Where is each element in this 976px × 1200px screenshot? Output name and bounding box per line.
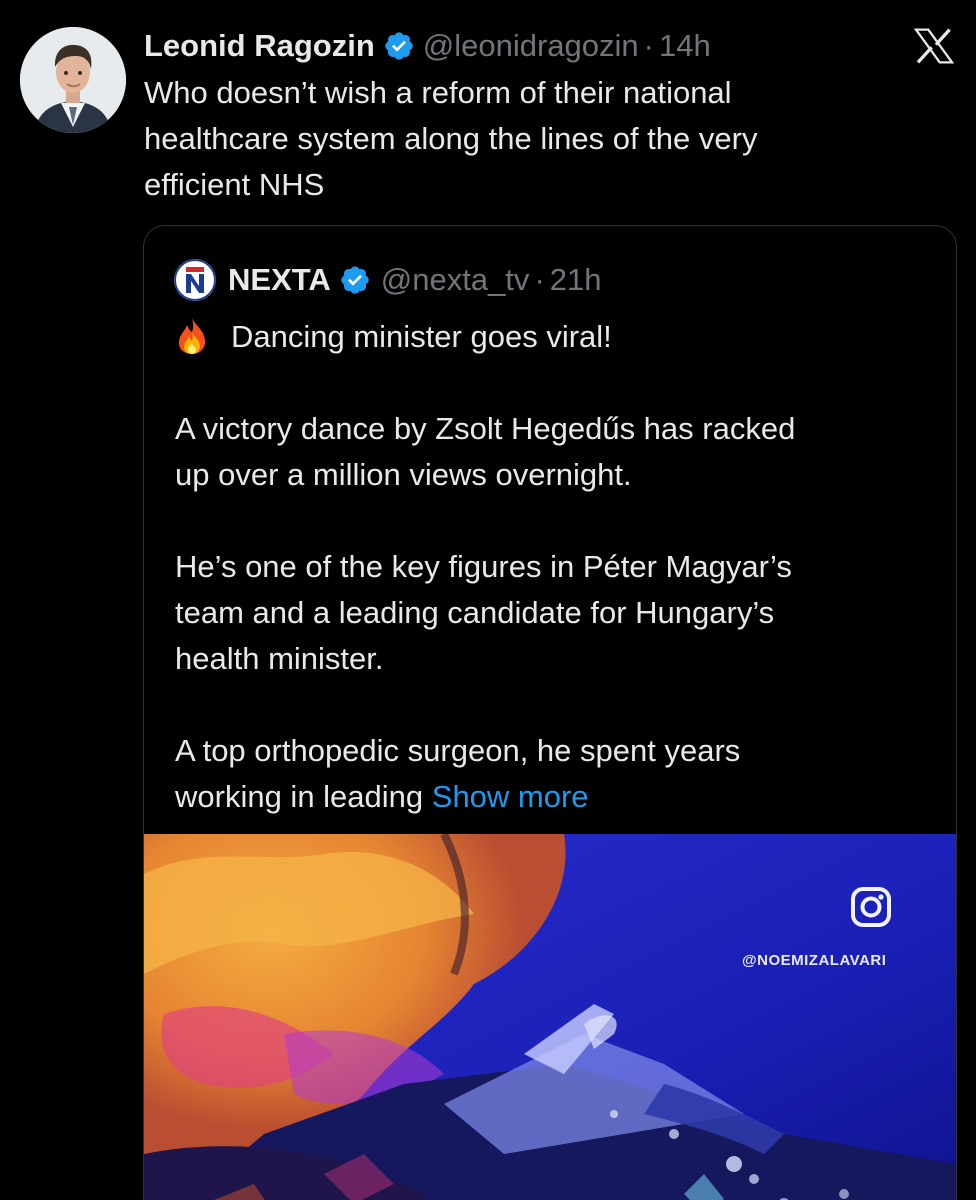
- separator-dot: ·: [534, 262, 545, 297]
- quote-text-line: A victory dance by Zsolt Hegedűs has rac…: [175, 411, 796, 446]
- quote-text-line: up over a million views overnight.: [175, 457, 632, 492]
- fire-emoji-icon: [175, 317, 209, 355]
- author-handle[interactable]: @leonidragozin: [423, 28, 639, 64]
- quote-time[interactable]: 21h: [550, 262, 602, 298]
- instagram-icon: [850, 886, 892, 928]
- nexta-logo-icon[interactable]: [174, 259, 216, 301]
- tweet-text-line: efficient NHS: [144, 167, 325, 202]
- quote-author-name[interactable]: NEXTA: [228, 262, 331, 298]
- quote-text-line: working in leading Show more: [175, 774, 935, 820]
- verified-badge-icon[interactable]: [383, 30, 415, 62]
- tweet-text-line: healthcare system along the lines of the…: [144, 121, 758, 156]
- quote-media-video[interactable]: @NOEMIZALAVARI: [144, 834, 956, 1200]
- author-avatar[interactable]: [20, 27, 126, 133]
- tweet-time[interactable]: 14h: [659, 28, 711, 64]
- quote-text: Dancing minister goes viral! A victory d…: [175, 314, 935, 820]
- quoted-tweet[interactable]: NEXTA @nexta_tv · 21h Dancing minister g…: [143, 225, 957, 1200]
- quote-headline-line: Dancing minister goes viral!: [175, 314, 935, 360]
- tweet-header: Leonid Ragozin @leonidragozin · 14h: [144, 26, 711, 66]
- tweet-text: Who doesn’t wish a reform of their natio…: [144, 70, 944, 208]
- quote-text-tail: working in leading: [175, 779, 432, 814]
- show-more-link[interactable]: Show more: [432, 779, 589, 814]
- separator-dot: ·: [643, 28, 654, 63]
- verified-badge-icon[interactable]: [339, 264, 371, 296]
- quote-header: NEXTA @nexta_tv · 21h: [174, 259, 602, 301]
- quote-text-line: A top orthopedic surgeon, he spent years: [175, 733, 741, 768]
- quote-author-handle[interactable]: @nexta_tv: [381, 262, 530, 298]
- quote-text-line: health minister.: [175, 641, 384, 676]
- tweet-text-line: Who doesn’t wish a reform of their natio…: [144, 75, 732, 110]
- author-name[interactable]: Leonid Ragozin: [144, 28, 375, 64]
- quote-headline: Dancing minister goes viral!: [231, 319, 612, 354]
- tweet[interactable]: Leonid Ragozin @leonidragozin · 14h Who …: [0, 0, 976, 1200]
- x-logo-icon[interactable]: [913, 28, 955, 64]
- quote-text-line: team and a leading candidate for Hungary…: [175, 595, 775, 630]
- video-watermark: @NOEMIZALAVARI: [742, 952, 887, 969]
- video-frame: [144, 834, 956, 1200]
- quote-text-line: He’s one of the key figures in Péter Mag…: [175, 549, 792, 584]
